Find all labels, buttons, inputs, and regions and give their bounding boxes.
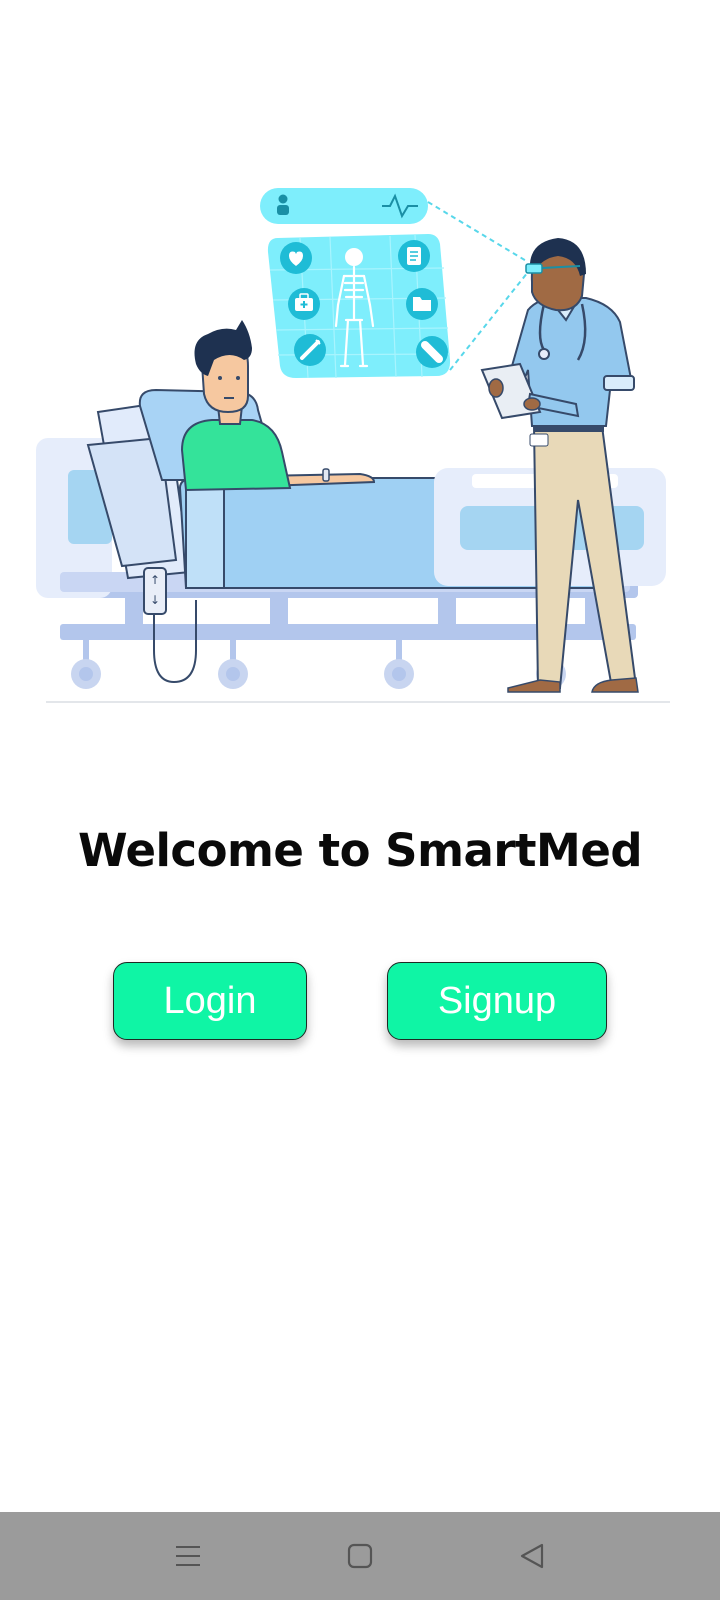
doctor-figure xyxy=(480,238,639,693)
login-button[interactable]: Login xyxy=(113,962,307,1040)
syringe-icon xyxy=(294,334,326,366)
system-navigation-bar xyxy=(0,1512,720,1600)
pill-icon xyxy=(416,336,448,368)
signup-button[interactable]: Signup xyxy=(387,962,607,1040)
first-aid-kit-icon xyxy=(288,288,320,320)
menu-icon[interactable] xyxy=(166,1534,210,1578)
welcome-screen: ↑ ↓ Welcome to SmartMed Login Signup xyxy=(0,0,720,1600)
welcome-title: Welcome to SmartMed xyxy=(77,824,643,877)
hospital-illustration: ↑ ↓ xyxy=(36,188,670,703)
home-icon[interactable] xyxy=(338,1534,382,1578)
svg-text:↓: ↓ xyxy=(150,593,160,607)
back-icon[interactable] xyxy=(510,1534,554,1578)
heart-pulse-icon xyxy=(280,242,312,274)
document-icon xyxy=(398,240,430,272)
hologram-panel xyxy=(267,234,451,379)
svg-text:↑: ↑ xyxy=(150,573,160,587)
hologram-header xyxy=(260,188,428,224)
folder-icon xyxy=(406,288,438,320)
